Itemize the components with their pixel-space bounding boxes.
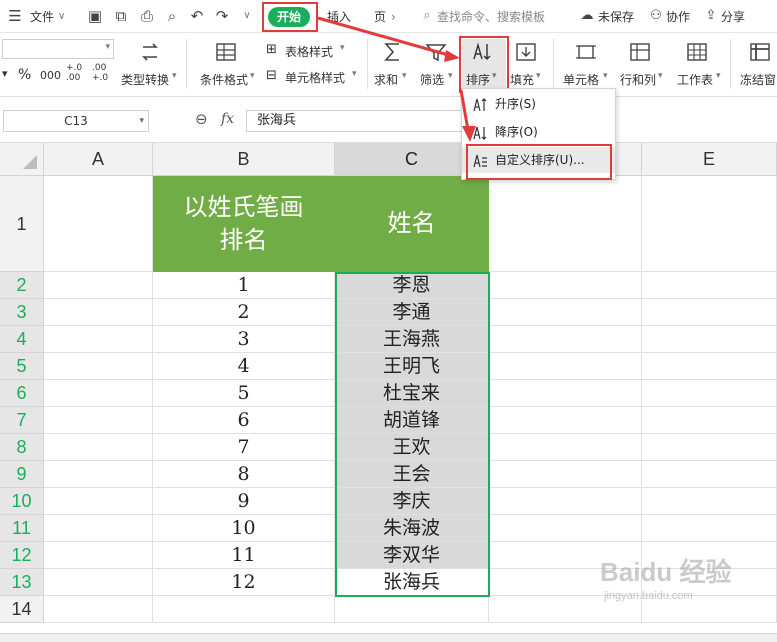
watermark-url: jingyan.baidu.com [604,590,693,602]
watermark-logo: Baidu 经验 [600,557,732,587]
annotation-arrows [317,16,476,142]
